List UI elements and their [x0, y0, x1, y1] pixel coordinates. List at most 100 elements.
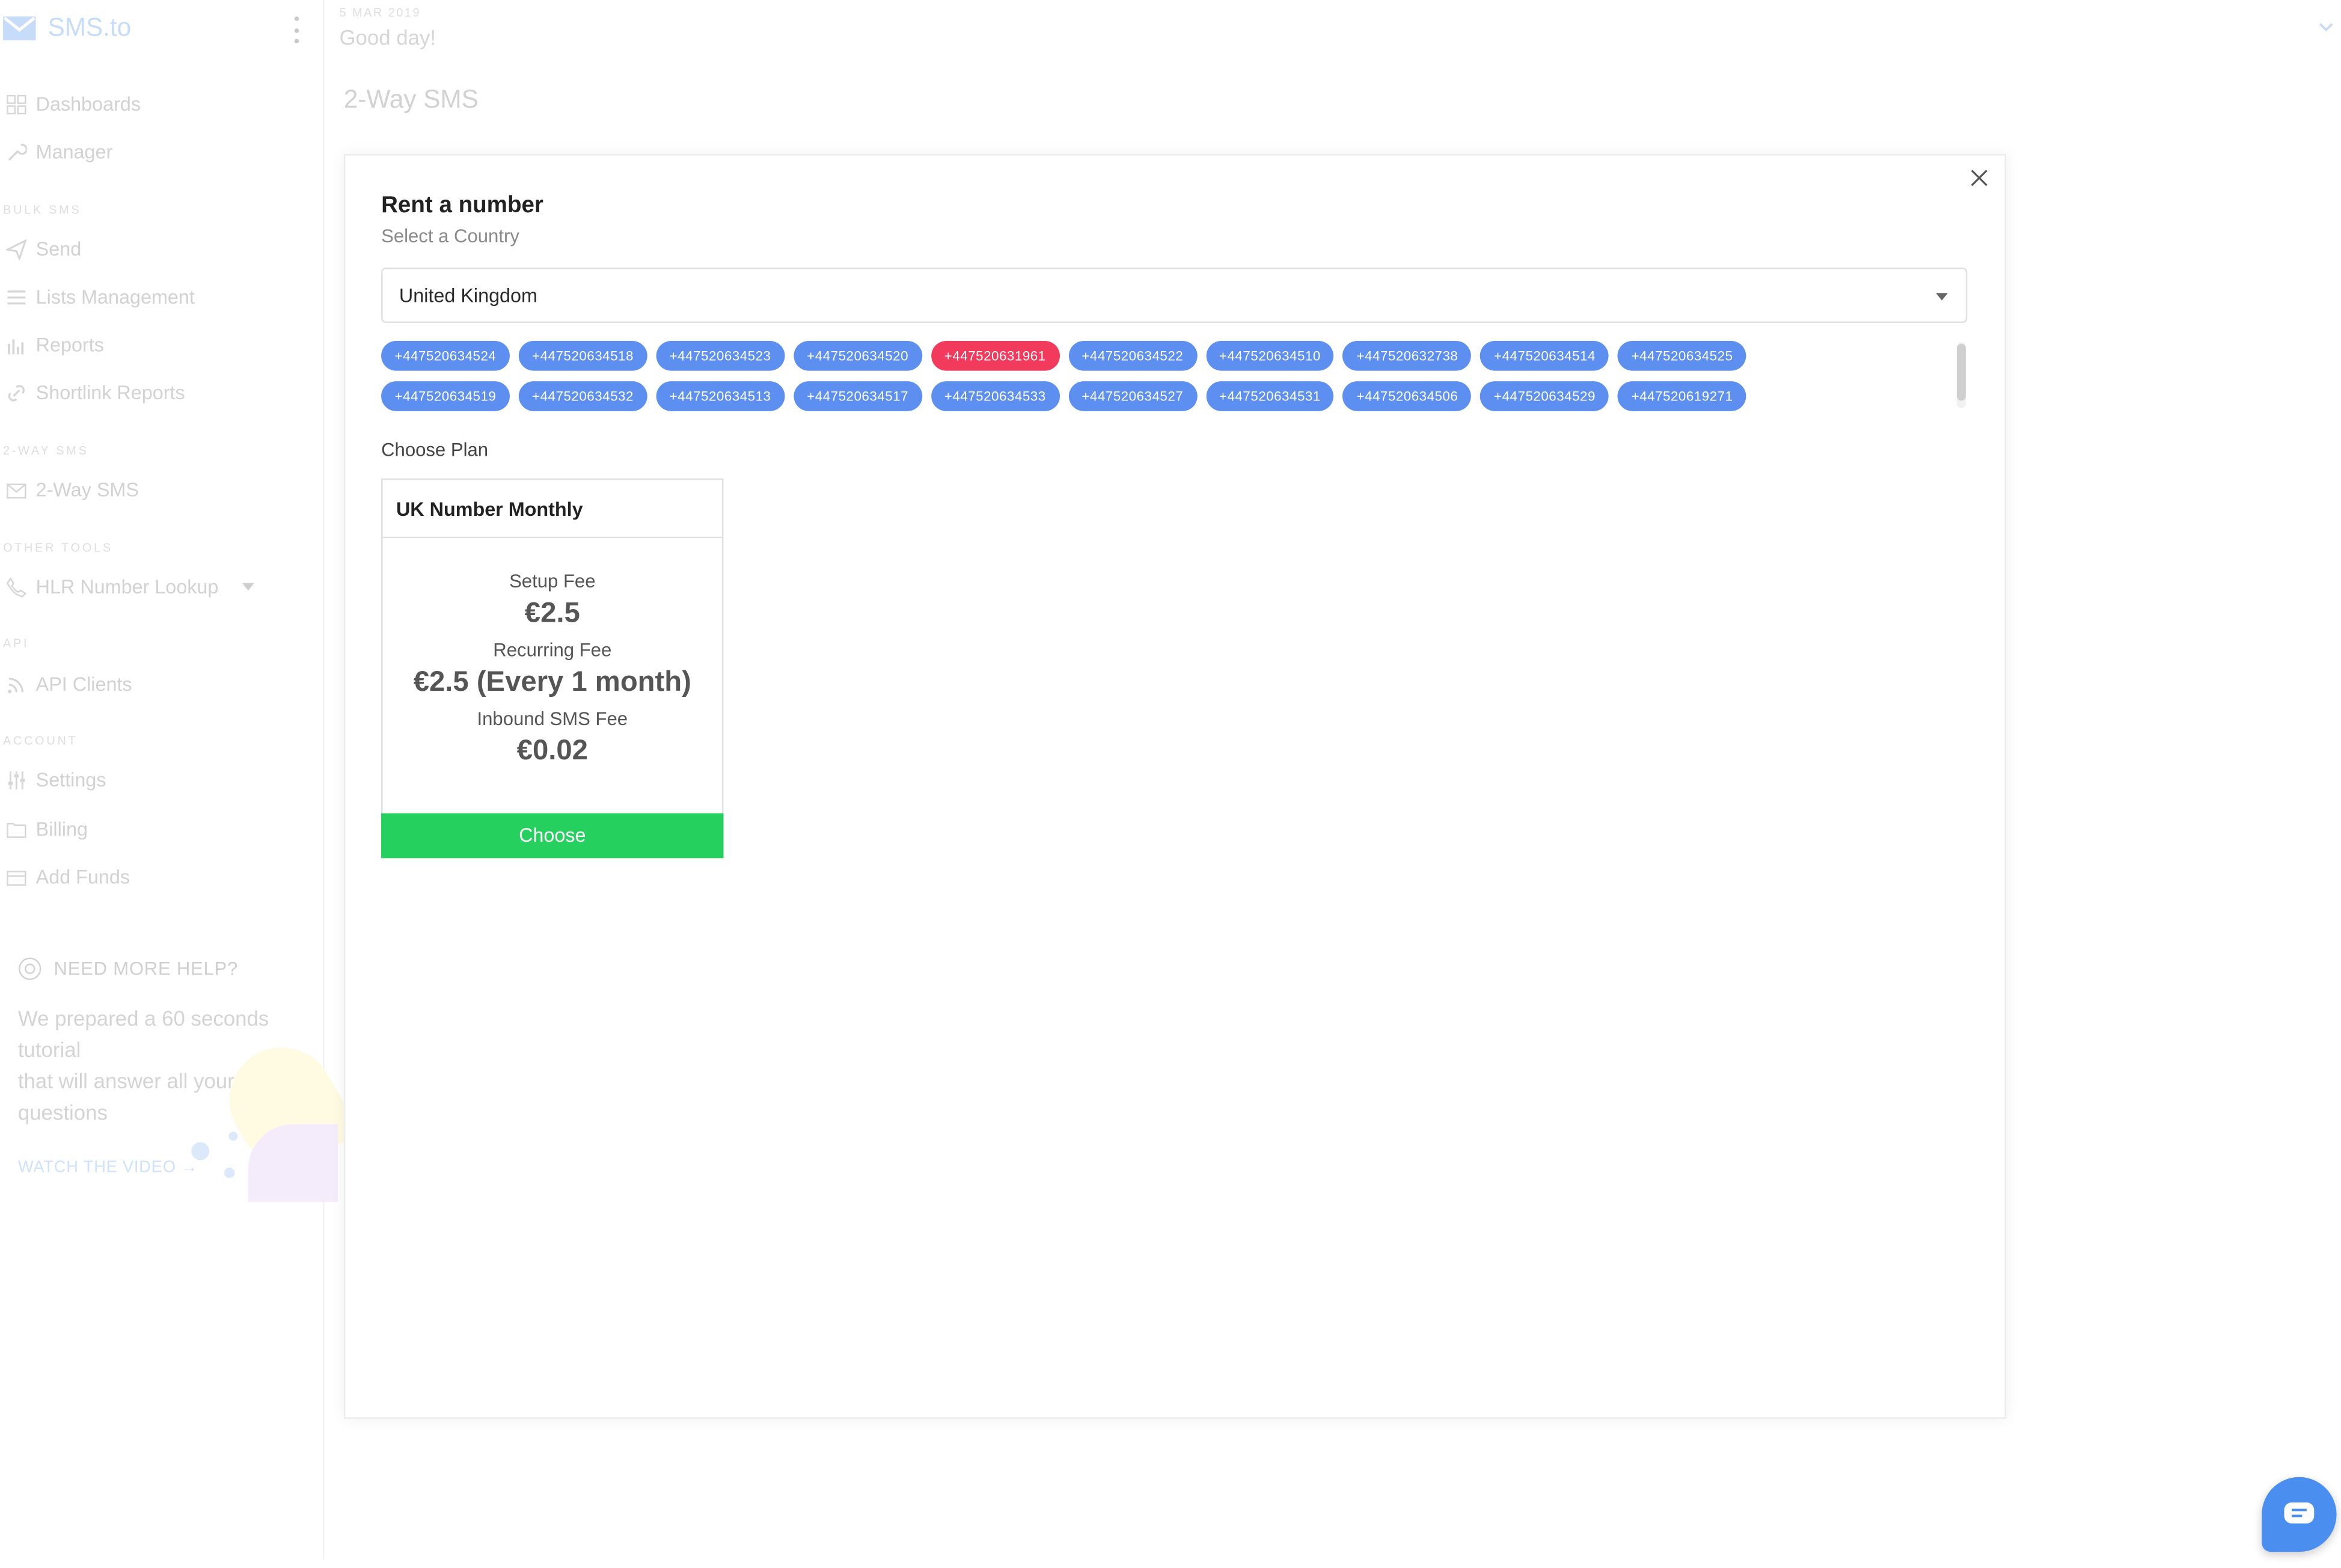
choose-plan-button[interactable]: Choose	[381, 813, 724, 859]
sidebar-item-api-clients[interactable]: API Clients	[6, 673, 132, 695]
sidebar-item-label: HLR Number Lookup	[35, 575, 219, 598]
number-chip[interactable]: +447520634513	[656, 381, 785, 411]
modal-title: Rent a number	[381, 192, 543, 219]
sidebar-item-send[interactable]: Send	[5, 237, 81, 260]
number-chip[interactable]: +447520634531	[1205, 381, 1335, 411]
decorative-dot	[228, 1132, 238, 1141]
country-select[interactable]: United Kingdom	[381, 268, 1968, 323]
number-chip[interactable]: +447520634514	[1480, 340, 1609, 371]
chat-widget-button[interactable]	[2262, 1477, 2337, 1552]
credit-card-icon	[7, 870, 26, 886]
brand-name: SMS.to	[47, 13, 132, 42]
chip-list-scrollbar[interactable]	[1956, 342, 1966, 408]
sidebar-item-hlr-number-lookup[interactable]: HLR Number Lookup	[6, 575, 255, 598]
decorative-dot	[224, 1168, 235, 1178]
grid-icon	[7, 94, 26, 114]
chevron-down-icon[interactable]	[2317, 18, 2335, 36]
setup-fee-label: Setup Fee	[509, 571, 596, 592]
number-chip[interactable]: +447520634520	[793, 340, 922, 371]
page-title: 2-Way SMS	[343, 85, 479, 114]
chat-bubble-icon	[2284, 1502, 2315, 1524]
sidebar-item-2way-sms[interactable]: 2-Way SMS	[6, 479, 139, 501]
sidebar-item-manager[interactable]: Manager	[6, 141, 112, 163]
wrench-icon	[8, 143, 27, 160]
brand-logo[interactable]: SMS.to	[2, 13, 132, 43]
number-chip-row: +447520634524 +447520634518 +44752063452…	[381, 340, 1891, 371]
close-icon[interactable]	[1969, 167, 1990, 188]
section-label-2way-sms: 2-WAY SMS	[2, 444, 89, 458]
number-chip-list: +447520634524 +447520634518 +44752063452…	[381, 340, 1891, 421]
caret-down-icon	[242, 583, 255, 591]
number-chip[interactable]: +447520634518	[518, 340, 647, 371]
help-title: NEED MORE HELP?	[18, 957, 238, 981]
sidebar-item-lists-management[interactable]: Lists Management	[6, 286, 195, 308]
section-label-other-tools: OTHER TOOLS	[2, 541, 113, 555]
phone-icon	[6, 576, 27, 597]
rent-number-modal: Rent a number Select a Country United Ki…	[343, 154, 2007, 1419]
recurring-fee-value: €2.5 (Every 1 month)	[413, 667, 691, 699]
number-chip[interactable]: +447520634533	[931, 381, 1060, 411]
help-description: We prepared a 60 seconds tutorial that w…	[17, 1006, 269, 1124]
help-title-text: NEED MORE HELP?	[54, 958, 239, 979]
header-greeting: Good day!	[339, 25, 436, 50]
sidebar-item-settings[interactable]: Settings	[6, 768, 106, 791]
sidebar-item-add-funds[interactable]: Add Funds	[6, 866, 130, 888]
recurring-fee-label: Recurring Fee	[493, 640, 612, 661]
list-icon	[7, 290, 26, 304]
kebab-menu-icon[interactable]	[289, 16, 304, 44]
decorative-shape	[248, 1124, 338, 1202]
dropdown-arrow-icon	[1936, 293, 1948, 301]
number-chip[interactable]: +447520632738	[1343, 340, 1472, 371]
sidebar-item-label: Add Funds	[35, 865, 130, 889]
bar-chart-icon	[8, 338, 24, 354]
sidebar-item-label: API Clients	[35, 672, 132, 696]
number-chip[interactable]: +447520619271	[1618, 381, 1746, 411]
inbound-fee-label: Inbound SMS Fee	[477, 708, 628, 730]
choose-plan-label: Choose Plan	[381, 439, 489, 461]
envelope-logo-icon	[2, 16, 36, 41]
decorative-dot	[191, 1142, 210, 1160]
number-chip[interactable]: +447520634523	[656, 340, 785, 371]
section-label-account: ACCOUNT	[2, 733, 78, 748]
number-chip[interactable]: +447520634525	[1618, 340, 1746, 371]
sidebar-item-label: Reports	[35, 333, 104, 356]
sidebar-item-label: Settings	[35, 768, 106, 791]
sidebar-item-dashboards[interactable]: Dashboards	[6, 93, 141, 115]
link-icon	[8, 384, 25, 401]
number-chip[interactable]: +447520634532	[518, 381, 647, 411]
sidebar: SMS.to Dashboards Manager BULK SMS Send …	[0, 0, 361, 1560]
inbound-fee-value: €0.02	[516, 735, 588, 767]
sidebar-item-label: Shortlink Reports	[35, 381, 185, 404]
setup-fee-value: €2.5	[524, 598, 580, 629]
section-label-api: API	[2, 637, 29, 651]
app-root: SMS.to Dashboards Manager BULK SMS Send …	[0, 0, 2341, 1560]
number-chip-row: +447520634519 +447520634532 +44752063451…	[381, 381, 1891, 411]
sidebar-item-shortlink-reports[interactable]: Shortlink Reports	[6, 381, 185, 403]
sidebar-item-billing[interactable]: Billing	[6, 818, 88, 840]
number-chip[interactable]: +447520634527	[1068, 381, 1197, 411]
sidebar-item-label: Dashboards	[35, 93, 141, 115]
number-chip-selected[interactable]: +447520631961	[931, 340, 1060, 371]
number-chip[interactable]: +447520634524	[381, 340, 510, 371]
country-select-value: United Kingdom	[399, 284, 537, 307]
plan-fees: Setup Fee €2.5 Recurring Fee €2.5 (Every…	[383, 571, 722, 768]
number-chip[interactable]: +447520634510	[1205, 340, 1335, 371]
sidebar-item-label: Billing	[35, 818, 88, 841]
scrollbar-thumb[interactable]	[1956, 343, 1966, 401]
number-chip[interactable]: +447520634529	[1480, 381, 1609, 411]
sidebar-item-reports[interactable]: Reports	[6, 334, 104, 356]
modal-subtitle: Select a Country	[381, 225, 519, 247]
number-chip[interactable]: +447520634517	[793, 381, 922, 411]
rss-icon	[8, 677, 23, 693]
plan-card: UK Number Monthly Setup Fee €2.5 Recurri…	[381, 478, 724, 859]
plan-name: UK Number Monthly	[382, 480, 723, 539]
number-chip[interactable]: +447520634519	[381, 381, 510, 411]
lifebuoy-icon	[19, 957, 41, 980]
paper-plane-icon	[5, 238, 27, 260]
sidebar-item-label: Manager	[35, 140, 113, 164]
header-date: 5 MAR 2019	[339, 5, 421, 20]
number-chip[interactable]: +447520634522	[1068, 340, 1197, 371]
section-label-bulk-sms: BULK SMS	[2, 203, 82, 217]
number-chip[interactable]: +447520634506	[1343, 381, 1472, 411]
watch-video-link[interactable]: WATCH THE VIDEO →	[18, 1159, 198, 1177]
